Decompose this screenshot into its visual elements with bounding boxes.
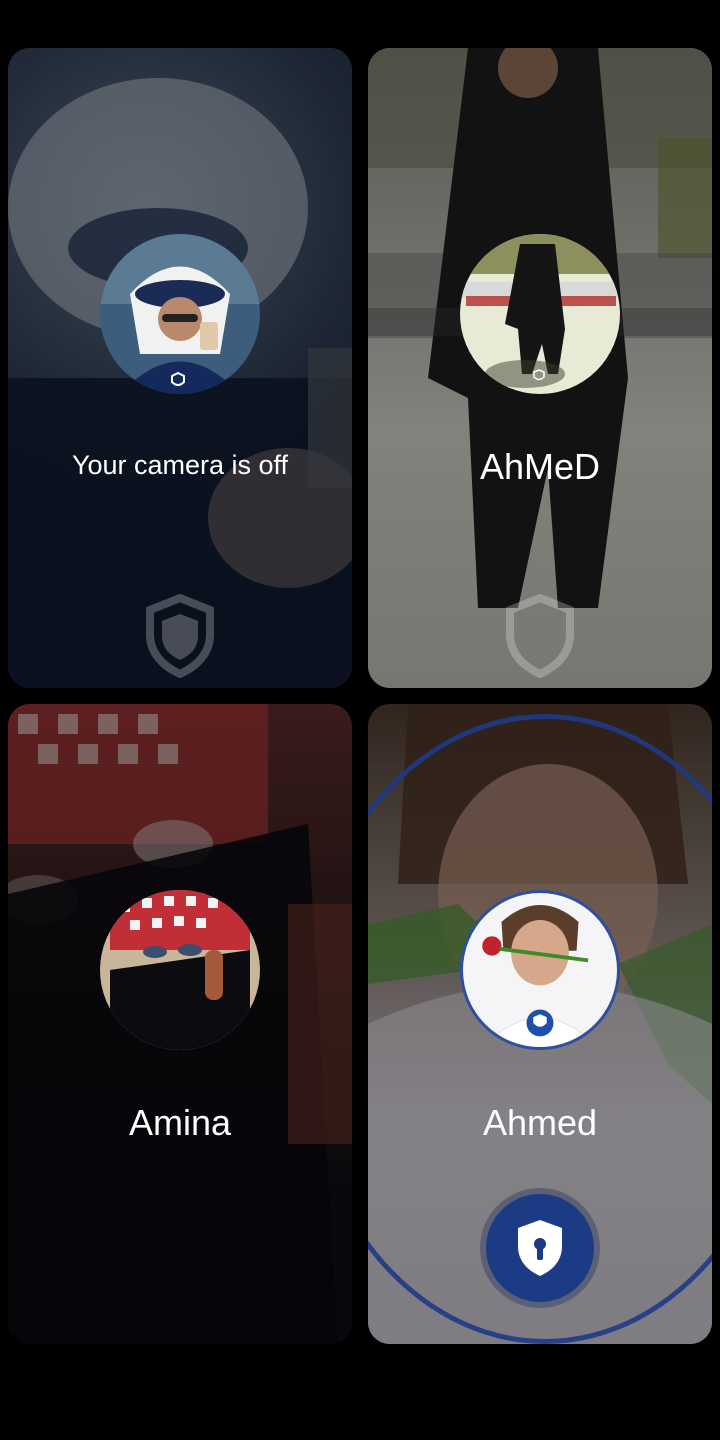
camera-off-label: Your camera is off [71,450,289,480]
shield-icon [506,594,574,678]
video-tile-ahmed-1[interactable]: AhMeD [368,48,712,688]
participant-avatar [100,234,260,394]
encryption-lock-button[interactable] [486,1194,594,1302]
shield-icon [146,594,214,678]
participant-name: Ahmed [482,1102,598,1143]
video-tile-amina[interactable]: Amina [8,704,352,1344]
participant-avatar [100,890,260,1050]
lock-shield-icon [518,1220,562,1276]
video-tile-ahmed-2[interactable]: Ahmed [368,704,712,1344]
participant-name: Amina [128,1102,232,1143]
participant-avatar [460,234,620,394]
video-tile-self[interactable]: Your camera is off [8,48,352,688]
participant-name: AhMeD [479,446,601,487]
participant-avatar [460,890,620,1050]
